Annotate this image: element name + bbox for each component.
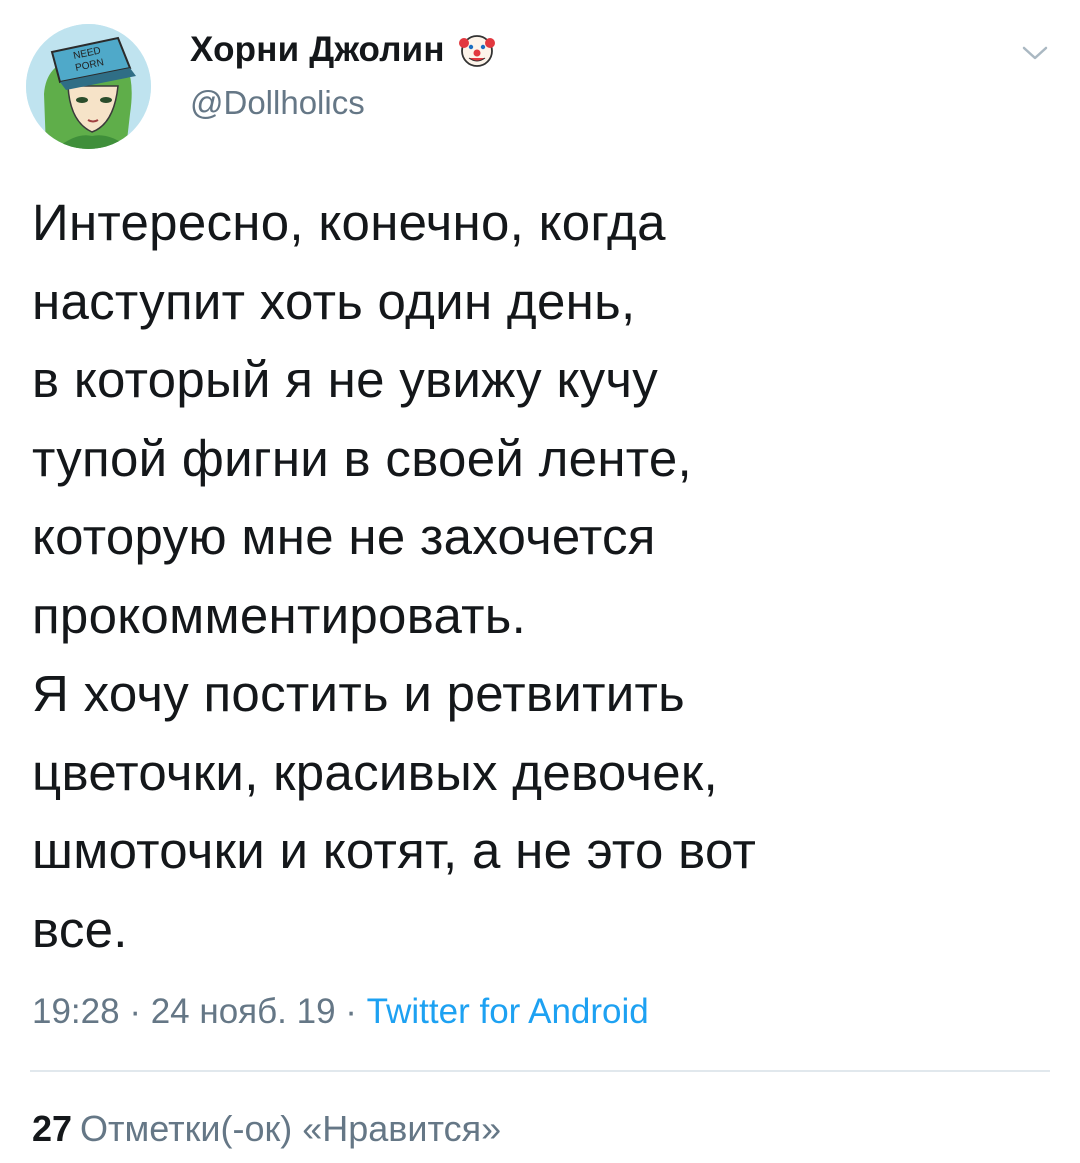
divider xyxy=(30,1070,1050,1072)
avatar[interactable]: NEED PORN xyxy=(26,24,151,149)
chevron-down-icon[interactable] xyxy=(1020,42,1050,64)
tweet-header: NEED PORN Хорни Джолин @Dollholics xyxy=(26,24,1056,149)
tweet-source-link[interactable]: Twitter for Android xyxy=(367,992,649,1031)
clown-face-icon xyxy=(458,35,495,67)
tweet-text-line: в который я не увижу кучу xyxy=(32,351,659,408)
display-name[interactable]: Хорни Джолин xyxy=(190,30,445,70)
avatar-image: NEED PORN xyxy=(26,24,151,149)
tweet-text-line: цветочки, красивых девочек, xyxy=(32,743,718,801)
tweet-text-line: наступит хоть один день, xyxy=(32,272,636,330)
likes-stat[interactable]: 27 Отметки(-ок) «Нравится» xyxy=(32,1108,501,1150)
tweet-text: Интересно, конечно, когда наступит хоть … xyxy=(32,184,1042,969)
tweet-text-line: Интересно, конечно, когда xyxy=(32,194,666,251)
meta-separator: · xyxy=(345,992,357,1031)
tweet-text-line: тупой фигни в своей ленте, xyxy=(32,429,693,487)
tweet-date: 24 нояб. 19 xyxy=(150,992,336,1031)
user-handle[interactable]: @Dollholics xyxy=(190,84,497,122)
user-names: Хорни Джолин @Dollholics xyxy=(190,28,497,122)
meta-separator: · xyxy=(129,992,141,1031)
tweet-text-line: прокомментировать. xyxy=(32,586,527,644)
likes-count: 27 xyxy=(32,1108,73,1149)
tweet-text-line: шмоточки и котят, а не это вот xyxy=(32,822,757,879)
likes-label: Отметки(-ок) «Нравится» xyxy=(80,1108,502,1149)
tweet-text-line: все. xyxy=(32,900,128,958)
tweet-meta: 19:28 · 24 нояб. 19 · Twitter for Androi… xyxy=(32,992,649,1032)
display-name-row[interactable]: Хорни Джолин xyxy=(190,28,497,72)
tweet-text-line: Я хочу постить и ретвитить xyxy=(32,665,686,722)
tweet-time: 19:28 xyxy=(32,992,120,1031)
tweet-text-line: которую мне не захочется xyxy=(32,508,656,565)
